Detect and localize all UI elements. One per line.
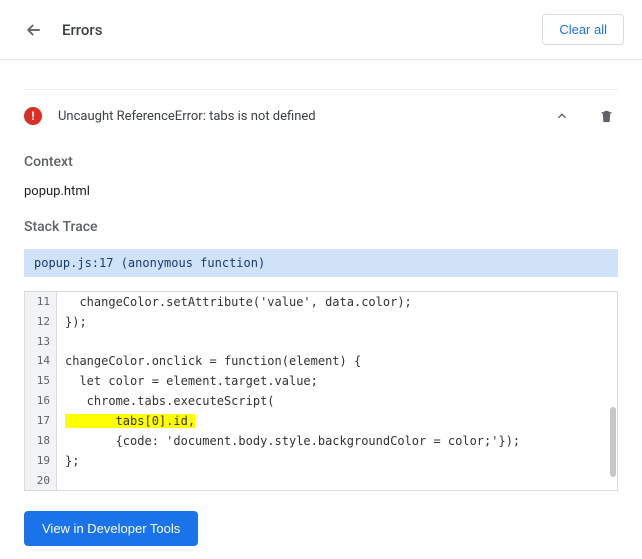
line-number: 19 (25, 451, 57, 471)
code-text: changeColor.onclick = function(element) … (57, 351, 361, 371)
code-line: 11 changeColor.setAttribute('value', dat… (25, 292, 617, 312)
code-text: let color = element.target.value; (57, 371, 318, 391)
chevron-up-icon[interactable] (550, 104, 574, 128)
line-number: 15 (25, 371, 57, 391)
code-line: 12}); (25, 312, 617, 332)
stack-trace-heading: Stack Trace (24, 219, 618, 235)
error-panel: ! Uncaught ReferenceError: tabs is not d… (0, 60, 642, 546)
code-line: 16 chrome.tabs.executeScript( (25, 391, 617, 411)
line-number: 17 (25, 411, 57, 431)
back-arrow-icon[interactable] (20, 16, 48, 44)
code-line: 13 (25, 332, 617, 351)
trash-icon[interactable] (594, 104, 618, 128)
context-heading: Context (24, 154, 618, 170)
stack-trace-location[interactable]: popup.js:17 (anonymous function) (24, 249, 618, 277)
line-number: 20 (25, 471, 57, 490)
code-line: 19}; (25, 451, 617, 471)
code-text: changeColor.setAttribute('value', data.c… (57, 292, 412, 312)
clear-all-button[interactable]: Clear all (542, 14, 624, 45)
code-snippet: 11 changeColor.setAttribute('value', dat… (24, 291, 618, 491)
line-number: 16 (25, 391, 57, 411)
error-icon: ! (24, 107, 42, 125)
code-text: tabs[0].id, (57, 411, 195, 431)
line-number: 14 (25, 351, 57, 371)
code-line: 17 tabs[0].id, (25, 411, 617, 431)
code-line: 14changeColor.onclick = function(element… (25, 351, 617, 371)
code-text: chrome.tabs.executeScript( (57, 391, 275, 411)
scrollbar-thumb[interactable] (610, 407, 616, 477)
context-value: popup.html (24, 184, 618, 199)
error-header: ! Uncaught ReferenceError: tabs is not d… (24, 90, 618, 142)
code-line: 20 (25, 471, 617, 490)
line-number: 13 (25, 332, 57, 351)
line-number: 12 (25, 312, 57, 332)
error-message: Uncaught ReferenceError: tabs is not def… (58, 109, 316, 124)
code-text: }); (57, 312, 87, 332)
code-line: 18 {code: 'document.body.style.backgroun… (25, 431, 617, 451)
code-text (57, 332, 65, 351)
code-text: }; (57, 451, 79, 471)
view-devtools-button[interactable]: View in Developer Tools (24, 511, 198, 546)
code-line: 15 let color = element.target.value; (25, 371, 617, 391)
line-number: 18 (25, 431, 57, 451)
line-number: 11 (25, 292, 57, 312)
code-text (57, 471, 65, 490)
page-title: Errors (62, 21, 102, 39)
code-text: {code: 'document.body.style.backgroundCo… (57, 431, 520, 451)
top-bar: Errors Clear all (0, 0, 642, 60)
